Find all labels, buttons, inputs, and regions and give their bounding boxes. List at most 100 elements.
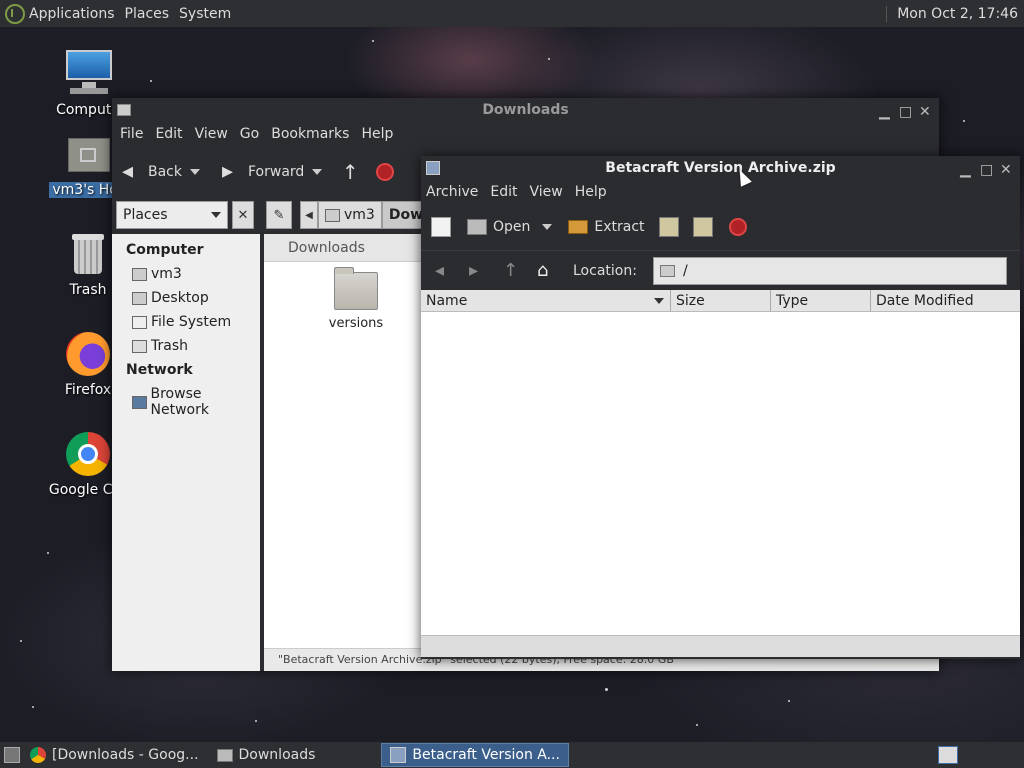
minimize-icon[interactable]: ▁ [879, 104, 891, 120]
file-manager-titlebar[interactable]: Downloads ▁ □ ✕ [112, 98, 939, 122]
menu-bookmarks[interactable]: Bookmarks [271, 126, 349, 142]
column-type[interactable]: Type [771, 290, 871, 311]
path-crumb-home[interactable]: vm3 [318, 201, 382, 229]
sidebar-item-trash[interactable]: Trash [112, 334, 260, 358]
menu-view[interactable]: View [195, 126, 228, 142]
file-list[interactable] [421, 312, 1020, 635]
menu-applications[interactable]: Applications [29, 6, 115, 22]
back-button[interactable]: Back [122, 162, 182, 182]
places-combo-label: Places [123, 207, 168, 223]
forward-arrow-icon[interactable]: ▸ [469, 260, 489, 281]
chevron-down-icon [211, 212, 221, 218]
minimize-icon[interactable]: ▁ [960, 162, 972, 178]
close-icon: ✕ [237, 207, 249, 223]
network-icon [132, 395, 147, 409]
desktop-icon-label: Firefox [64, 382, 112, 398]
maximize-icon[interactable]: □ [980, 162, 993, 178]
back-arrow-icon [122, 162, 142, 182]
sidebar-item-vm3[interactable]: vm3 [112, 262, 260, 286]
extract-label: Extract [594, 219, 645, 235]
archive-manager-titlebar[interactable]: Betacraft Version Archive.zip ▁ □ ✕ [421, 156, 1020, 180]
clock[interactable]: Mon Oct 2, 17:46 [886, 5, 1018, 22]
computer-icon [64, 50, 112, 98]
column-label: Type [776, 292, 809, 309]
sidebar-item-label: Desktop [151, 290, 209, 306]
menu-help[interactable]: Help [575, 184, 607, 200]
menu-file[interactable]: File [120, 126, 143, 142]
archive-icon [390, 747, 407, 763]
open-recent-dropdown[interactable] [542, 224, 553, 230]
path-crumb-label: vm3 [344, 207, 375, 223]
show-desktop-icon[interactable] [4, 747, 20, 763]
maximize-icon[interactable]: □ [899, 104, 912, 120]
location-input[interactable]: / [652, 256, 1007, 285]
open-button[interactable]: Open [467, 219, 530, 235]
firefox-icon [64, 330, 112, 378]
folder-icon [659, 264, 675, 277]
extract-button[interactable]: Extract [568, 219, 645, 235]
sidebar-item-label: Browse Network [150, 386, 209, 418]
open-archive-icon [467, 219, 487, 235]
workspace-switcher[interactable] [938, 746, 958, 764]
menu-help[interactable]: Help [361, 126, 393, 142]
back-arrow-icon[interactable]: ◂ [435, 260, 455, 281]
archive-manager-menubar: Archive Edit View Help [421, 180, 1020, 204]
menu-system[interactable]: System [179, 6, 231, 22]
task-label: [Downloads - Goog... [52, 747, 199, 763]
task-chrome[interactable]: [Downloads - Goog... [22, 743, 207, 767]
new-archive-icon[interactable] [431, 217, 451, 237]
home-icon[interactable]: ⌂ [537, 260, 557, 281]
location-bar: ◂ ▸ ↑ ⌂ Location: / [421, 250, 1020, 290]
menu-view[interactable]: View [530, 184, 563, 200]
folder-item-label: versions [328, 316, 384, 331]
places-combo[interactable]: Places [116, 201, 228, 229]
column-label: Size [676, 292, 705, 309]
path-scroll-left-button[interactable]: ◀ [300, 201, 318, 229]
home-icon [325, 208, 340, 222]
forward-button[interactable]: ▸ Forward [222, 161, 305, 183]
stop-icon[interactable] [728, 218, 747, 236]
sidebar-item-label: Trash [151, 338, 188, 354]
add-files-icon[interactable] [658, 217, 679, 237]
back-history-dropdown[interactable] [190, 169, 200, 175]
sidebar-item-file-system[interactable]: File System [112, 310, 260, 334]
menu-edit[interactable]: Edit [155, 126, 182, 142]
close-icon[interactable]: ✕ [1000, 162, 1012, 178]
close-sidebar-button[interactable]: ✕ [232, 201, 254, 229]
location-label: Location: [573, 262, 637, 279]
folder-item-versions[interactable]: versions [316, 267, 396, 331]
forward-label: Forward [248, 164, 305, 180]
add-folder-icon[interactable] [692, 217, 713, 237]
sidebar-header-network: Network [126, 362, 193, 378]
close-icon[interactable]: ✕ [919, 104, 931, 120]
up-arrow-icon[interactable]: ↑ [503, 260, 523, 281]
menu-places[interactable]: Places [125, 6, 170, 22]
location-value: / [682, 262, 688, 279]
edit-location-button[interactable]: ✎ [266, 201, 292, 229]
home-folder-icon [64, 130, 112, 178]
back-label: Back [148, 164, 182, 180]
stop-icon[interactable] [376, 163, 395, 181]
task-archive-manager[interactable]: Betacraft Version A... [381, 743, 569, 767]
sidebar-item-label: vm3 [151, 266, 182, 282]
open-label: Open [493, 219, 531, 235]
mate-logo-icon[interactable] [5, 3, 25, 24]
menu-archive[interactable]: Archive [426, 184, 478, 200]
trash-icon [64, 230, 112, 278]
archive-manager-window: Betacraft Version Archive.zip ▁ □ ✕ Arch… [421, 156, 1020, 659]
column-name[interactable]: Name [421, 290, 671, 311]
file-manager-menubar: File Edit View Go Bookmarks Help [112, 122, 939, 146]
task-downloads[interactable]: Downloads [209, 743, 324, 767]
sidebar-item-browse-network[interactable]: Browse Network [112, 382, 260, 422]
window-title: Downloads [482, 102, 569, 118]
menu-edit[interactable]: Edit [490, 184, 517, 200]
menu-go[interactable]: Go [240, 126, 259, 142]
task-label: Betacraft Version A... [412, 747, 560, 763]
column-date-modified[interactable]: Date Modified [871, 290, 1020, 311]
sidebar-item-desktop[interactable]: Desktop [112, 286, 260, 310]
column-size[interactable]: Size [671, 290, 771, 311]
up-arrow-icon[interactable]: ↑ [340, 162, 360, 182]
places-sidebar: Computer vm3 Desktop File System Trash N… [112, 234, 260, 671]
top-panel: Applications Places System Mon Oct 2, 17… [0, 0, 1024, 27]
forward-history-dropdown[interactable] [312, 169, 323, 175]
